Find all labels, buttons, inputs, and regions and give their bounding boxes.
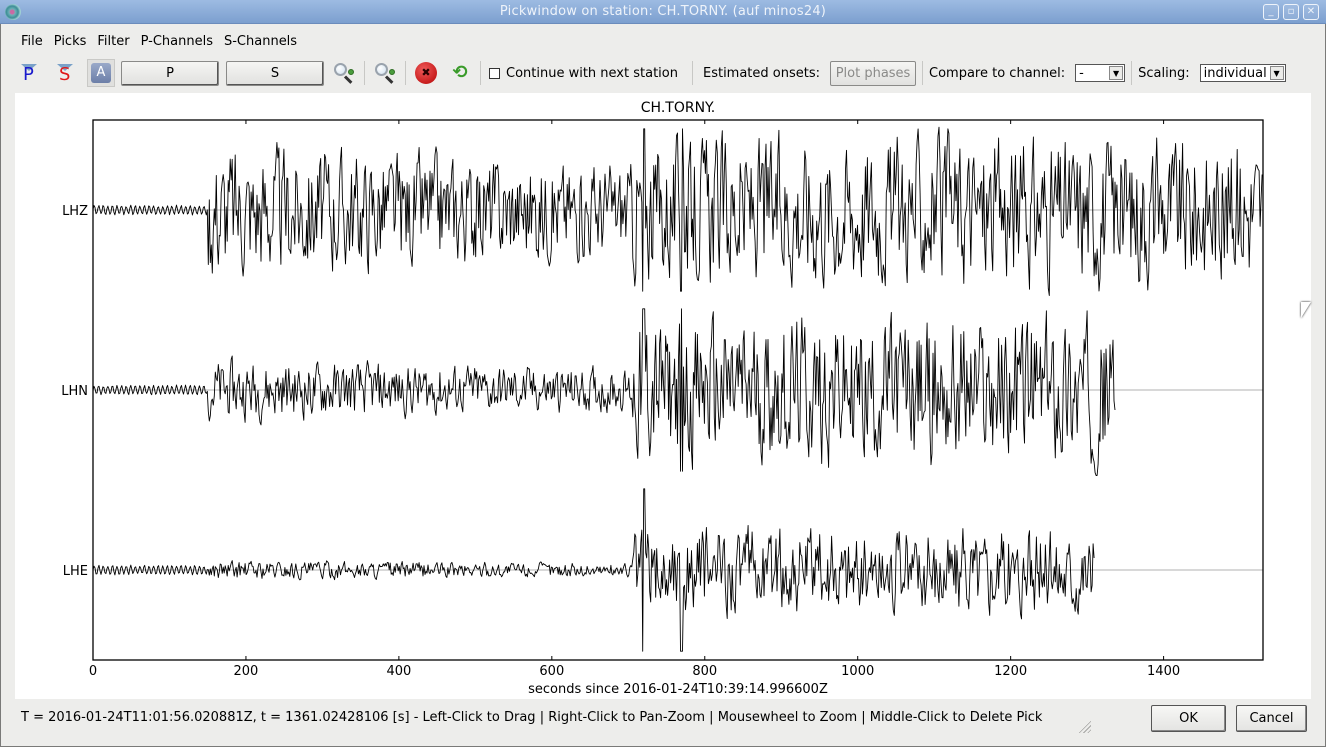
filter-p-button[interactable]: P (15, 59, 43, 87)
x-tick-label: 600 (539, 664, 564, 679)
filter-s-button[interactable]: S (51, 59, 79, 87)
toolbar-separator (922, 61, 924, 85)
delete-icon: ✖ (415, 62, 437, 84)
mouse-cursor-icon (1301, 302, 1311, 318)
trace-lhn[interactable] (92, 308, 1116, 476)
chart-title: CH.TORNY. (641, 100, 715, 116)
filter-p-icon: P (20, 62, 38, 85)
zoom-icon (333, 62, 355, 84)
toolbar-separator (405, 61, 406, 85)
auto-pick-icon: A (91, 63, 111, 83)
pick-p-button[interactable]: P (121, 60, 219, 86)
plot-phases-button[interactable]: Plot phases (830, 60, 917, 86)
reset-zoom-button[interactable] (371, 59, 399, 87)
estimated-onsets-label: Estimated onsets: (702, 65, 821, 81)
continue-checkbox[interactable] (489, 67, 500, 79)
x-axis-label: seconds since 2016-01-24T10:39:14.996600… (528, 682, 828, 697)
x-tick-label: 800 (692, 664, 717, 679)
status-bar-text: T = 2016-01-24T11:01:56.020881Z, t = 136… (21, 710, 1043, 725)
trace-label-lhz: LHZ (62, 204, 88, 219)
menu-picks[interactable]: Picks (47, 33, 91, 53)
toolbar-separator (364, 61, 365, 85)
maximize-button[interactable]: ▫ (1283, 4, 1299, 20)
pick-s-button[interactable]: S (226, 60, 324, 86)
toolbar-separator (480, 61, 481, 85)
chevron-down-icon: ▼ (1269, 66, 1284, 80)
x-tick-label: 200 (234, 664, 259, 679)
x-tick-label: 1400 (1147, 664, 1180, 679)
cancel-button[interactable]: Cancel (1236, 705, 1307, 732)
refresh-icon: ⟲ (452, 62, 468, 83)
menu-p-channels[interactable]: P-Channels (134, 33, 217, 53)
trace-label-lhe: LHE (63, 564, 88, 579)
scaling-label: Scaling: (1138, 65, 1190, 81)
waveform-plot-panel[interactable]: CH.TORNY. LHZ LHN LHE 0 200 400 600 800 1000 120… (15, 93, 1311, 699)
close-button[interactable]: ✕ (1303, 4, 1319, 20)
filter-s-icon: S (56, 62, 74, 85)
minimize-button[interactable]: _ (1263, 4, 1279, 20)
menu-s-channels[interactable]: S-Channels (217, 33, 301, 53)
chevron-down-icon: ▼ (1109, 66, 1124, 80)
compare-channel-label: Compare to channel: (929, 65, 1066, 81)
refresh-button[interactable]: ⟲ (446, 59, 474, 87)
scaling-select[interactable]: individual ▼ (1199, 64, 1286, 82)
x-tick-label: 400 (386, 664, 411, 679)
continue-label[interactable]: Continue with next station (506, 66, 678, 81)
compare-channel-select[interactable]: - ▼ (1075, 64, 1126, 82)
menu-file[interactable]: File (14, 33, 47, 53)
zoom-button[interactable] (330, 59, 358, 87)
waveform-chart[interactable]: CH.TORNY. LHZ LHN LHE 0 200 400 600 800 1000 120… (15, 93, 1311, 699)
toolbar-separator (1131, 61, 1133, 85)
x-tick-label: 1000 (841, 664, 874, 679)
menu-filter[interactable]: Filter (90, 33, 133, 53)
window-title: Pickwindow on station: CH.TORNY. (auf mi… (499, 4, 827, 19)
auto-pick-toggle[interactable]: A (87, 59, 115, 87)
menubar: File Picks Filter P-Channels S-Channels (14, 33, 301, 53)
resize-grip[interactable] (1077, 719, 1091, 733)
trace-lhz[interactable] (92, 126, 1263, 296)
window-titlebar[interactable]: Pickwindow on station: CH.TORNY. (auf mi… (0, 0, 1326, 24)
zoom-reset-icon (374, 62, 396, 84)
trace-label-lhn: LHN (61, 384, 88, 399)
delete-picks-button[interactable]: ✖ (412, 59, 440, 87)
x-tick-label: 0 (89, 664, 97, 679)
toolbar-separator (691, 61, 693, 85)
ok-button[interactable]: OK (1151, 705, 1226, 732)
toolbar: P S A P S ✖ ⟲ Continue with next station… (15, 58, 1311, 88)
x-tick-label: 1200 (994, 664, 1027, 679)
